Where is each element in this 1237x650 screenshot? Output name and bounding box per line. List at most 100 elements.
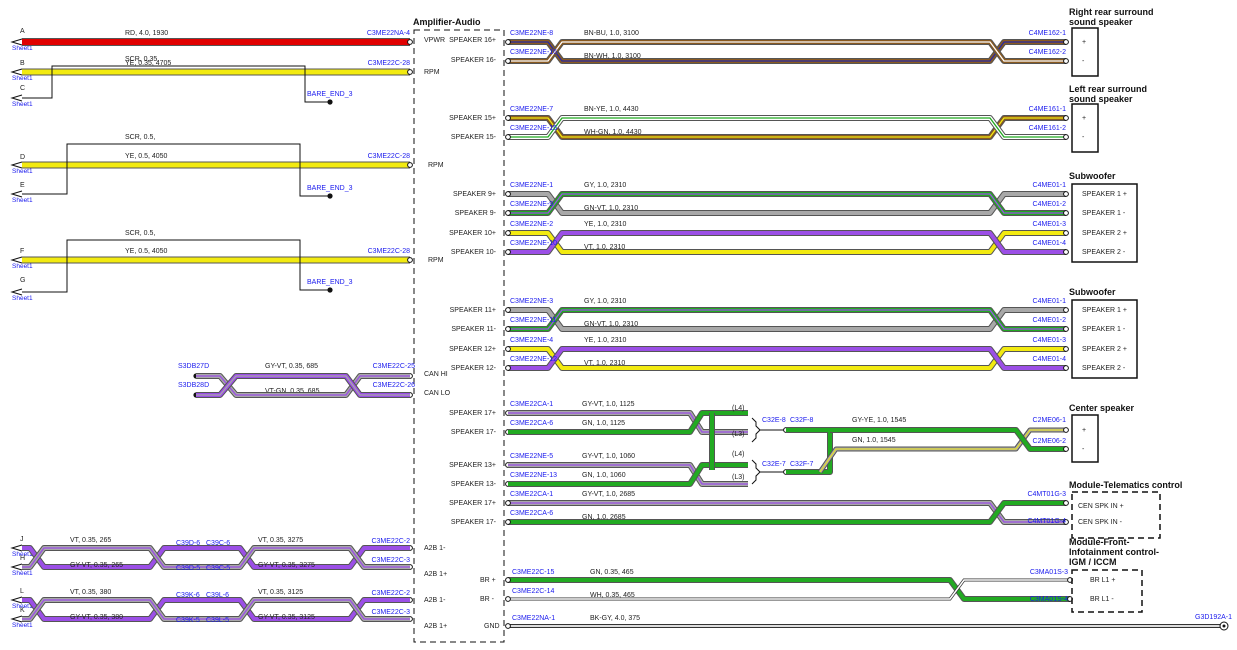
component-pin-label: CEN SPK IN - [1078, 519, 1123, 526]
bare-end-dot [327, 193, 333, 199]
wire-letter: F [20, 248, 24, 255]
wire-spec: GY-VT, 0.35, 685 [265, 363, 318, 370]
component-title: Module-Telematics control [1069, 480, 1182, 490]
connector-ref: C3ME22C-2 [371, 538, 410, 545]
amplifier-pin-label: CAN LO [424, 390, 451, 397]
can-source-ref: S3DB28D [178, 382, 209, 389]
amplifier-terminal [505, 519, 511, 525]
amplifier-pin-label: RPM [428, 257, 444, 264]
connector-ref: C3ME22C-15 [512, 569, 555, 576]
wire-spec: YE, 1.0, 2310 [584, 337, 627, 344]
connector-ref: C3ME22C-28 [368, 248, 411, 255]
brace [751, 417, 761, 443]
component-terminal [1063, 191, 1069, 197]
wire-spec: GY, 1.0, 2310 [584, 298, 626, 305]
inline-connector-ref: C32E-8 [762, 417, 786, 424]
component-box [1071, 414, 1099, 463]
splice-ref: (L4) [732, 405, 744, 412]
connector-ref: C3ME22NA-1 [512, 615, 555, 622]
component-pin-label: SPEAKER 2 - [1082, 249, 1126, 256]
connector-ref: C3ME22C-26 [373, 382, 416, 389]
connector-ref: C4ME01-4 [1033, 240, 1067, 247]
connector-ref: C4ME01-3 [1033, 221, 1067, 228]
wire-spec: VT, 0.35, 265 [70, 537, 111, 544]
component-box [1071, 103, 1099, 153]
sheet-ref: Sheet1 [12, 570, 33, 577]
bare-end-label: BARE_END_3 [307, 279, 353, 286]
connector-ref: C3ME22NE-7 [510, 106, 553, 113]
wire-spec: GN-VT, 1.0, 2310 [584, 205, 638, 212]
amplifier-pin-label: SPEAKER 13- [451, 481, 497, 488]
amplifier-pin-label: RPM [428, 162, 444, 169]
connector-ref: C3ME22NE-5 [510, 453, 553, 460]
component-title-line: Module-Front- [1069, 537, 1129, 547]
amplifier-pin-label: SPEAKER 12+ [449, 346, 496, 353]
wire-spec: RD, 4.0, 1930 [125, 30, 168, 37]
inline-connector-ref: C32E-7 [762, 461, 786, 468]
amplifier-terminal [505, 58, 511, 64]
amplifier-terminal [505, 365, 511, 371]
component-pin-label: - [1082, 58, 1085, 65]
inline-connector-ref: C32F-7 [790, 461, 813, 468]
connector-ref: C3ME22NE-15 [510, 125, 557, 132]
component-pin-label: SPEAKER 1 - [1082, 210, 1126, 217]
wire-spec: GY-VT, 0.35, 3125 [258, 614, 315, 621]
connector-ref: C3ME22NE-9 [510, 201, 553, 208]
wire-letter: K [20, 607, 25, 614]
connector-ref: C4ME01-1 [1033, 298, 1067, 305]
ground-eyelet-center [1222, 624, 1226, 628]
connector-ref: C4ME162-2 [1029, 49, 1066, 56]
connector-ref: C3ME22NE-12 [510, 356, 557, 363]
connector-ref: C3ME22NE-13 [510, 472, 557, 479]
component-pin-label: - [1082, 446, 1085, 453]
connector-ref: C3ME22CA-1 [510, 401, 553, 408]
amplifier-pin-label: SPEAKER 17- [451, 519, 497, 526]
component-title: Module-Front-Infotainment control-IGM / … [1069, 537, 1159, 567]
connector-ref: C3ME22NE-11 [510, 317, 557, 324]
component-terminal [1063, 115, 1069, 121]
connector-ref: C4MT01G-3 [1027, 491, 1066, 498]
brace [751, 459, 761, 485]
bare-end-label: BARE_END_3 [307, 91, 353, 98]
component-title-line: sound speaker [1069, 17, 1133, 27]
amplifier-terminal [505, 134, 511, 140]
wire-spec: VT, 1.0, 2310 [584, 244, 625, 251]
wire-spec: GY-VT, 0.35, 380 [70, 614, 123, 621]
inline-connector-ref: C39L-5 [206, 617, 229, 624]
amplifier-pin-label: A2B 1- [424, 597, 446, 604]
component-pin-label: BR L1 + [1090, 577, 1116, 584]
component-terminal [1063, 134, 1069, 140]
connector-ref: C2ME06-2 [1033, 438, 1067, 445]
wire-letter: L [20, 588, 24, 595]
connector-ref: C3ME22C-2 [371, 590, 410, 597]
shield-drain-wire [22, 143, 330, 197]
component-title-line: Subwoofer [1069, 287, 1116, 297]
connector-ref: C4ME01-4 [1033, 356, 1067, 363]
amplifier-terminal [505, 577, 511, 583]
amplifier-pin-label: SPEAKER 9+ [453, 191, 496, 198]
connector-ref: C4MT01G-4 [1027, 518, 1066, 525]
bare-end-dot [327, 99, 333, 105]
wire-spec: GN, 1.0, 1060 [582, 472, 626, 479]
wire-spec: BN-YE, 1.0, 4430 [584, 106, 639, 113]
component-pin-label: SPEAKER 1 + [1082, 307, 1127, 314]
amplifier-pin-label: SPEAKER 12- [451, 365, 497, 372]
amplifier-pin-label: SPEAKER 15- [451, 134, 497, 141]
component-pin-label: SPEAKER 1 + [1082, 191, 1127, 198]
wire-spec: VT, 0.35, 3125 [258, 589, 303, 596]
wire-spec: GY-YE, 1.0, 1545 [852, 417, 906, 424]
component-title-line: Right rear surround [1069, 7, 1154, 17]
connector-ref: C3ME22C-25 [373, 363, 416, 370]
amplifier-pin-label: SPEAKER 16- [451, 57, 497, 64]
wire-spec: YE, 0.5, 4050 [125, 248, 168, 255]
amplifier-pin-label: A2B 1+ [424, 623, 447, 630]
amplifier-pin-label: SPEAKER 15+ [449, 115, 496, 122]
connector-ref: C4ME01-2 [1033, 201, 1067, 208]
connector-ref: C4ME01-3 [1033, 337, 1067, 344]
amplifier-pin-label: RPM [424, 69, 440, 76]
amplifier-pin-label: SPEAKER 11+ [450, 307, 496, 314]
component-pin-label: BR L1 - [1090, 596, 1114, 603]
amplifier-pin-label: A2B 1+ [424, 571, 447, 578]
can-source-ref: S3DB27D [178, 363, 209, 370]
amplifier-pin-label: SPEAKER 17+ [449, 500, 496, 507]
